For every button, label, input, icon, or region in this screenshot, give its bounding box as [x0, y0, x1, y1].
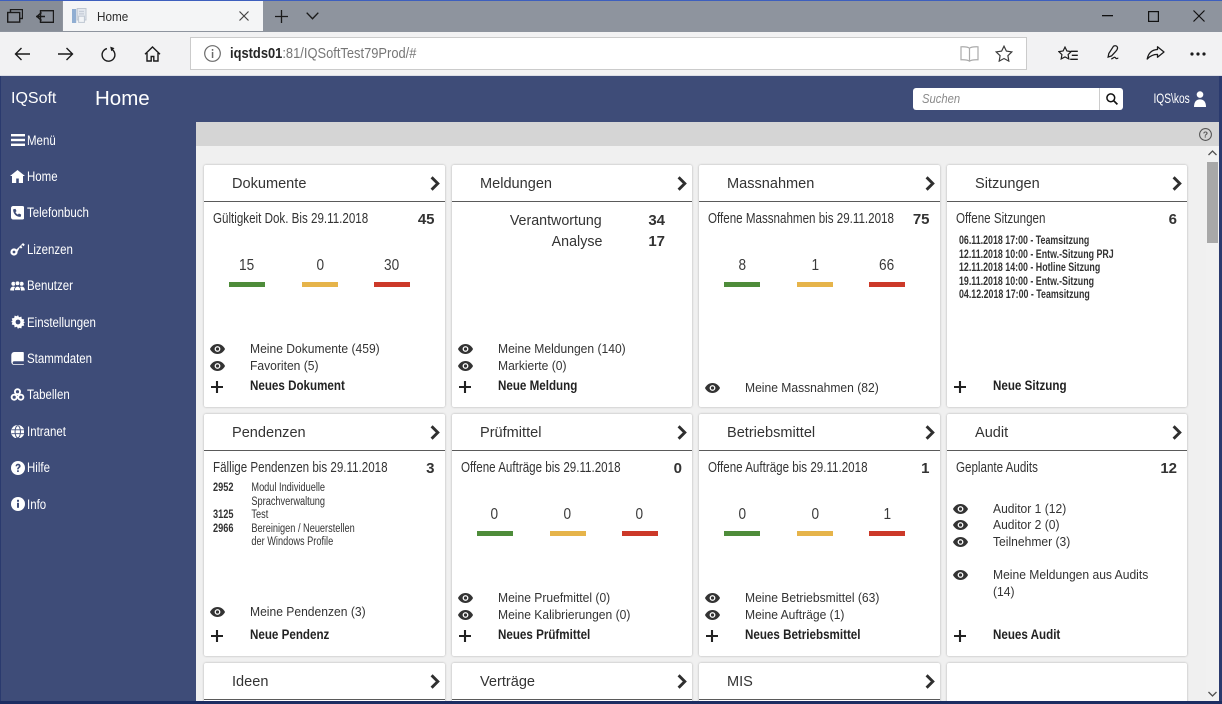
svg-text:?: ? [1203, 129, 1208, 139]
